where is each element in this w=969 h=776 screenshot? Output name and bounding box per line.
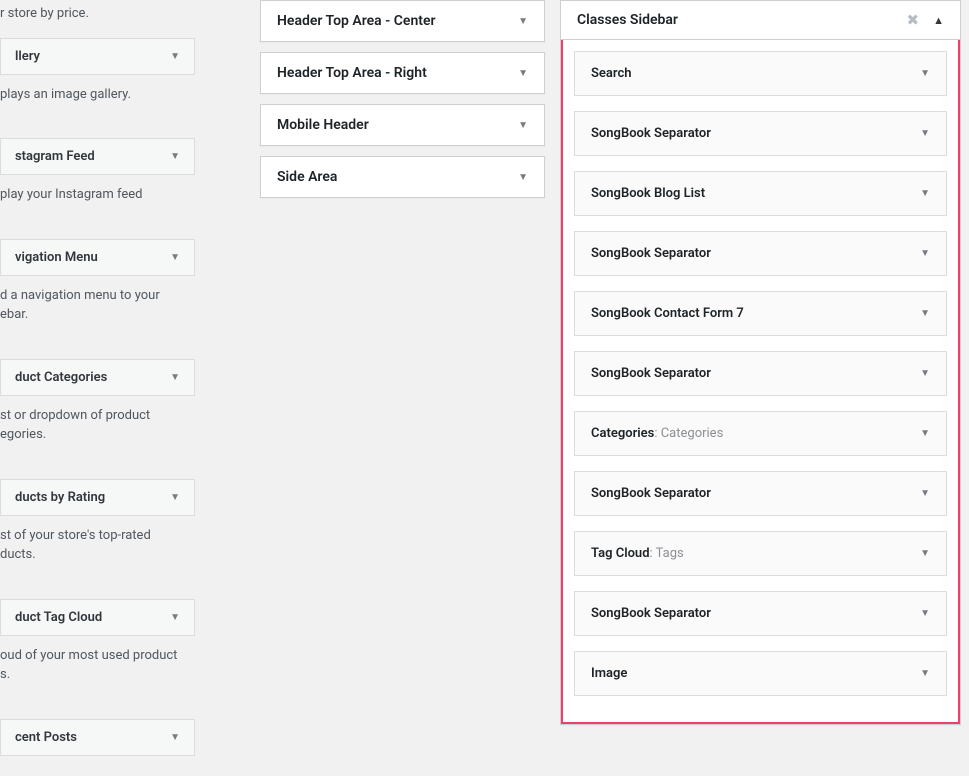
sidebar-widget-item[interactable]: Categories: Categories ▼ [574,411,947,456]
chevron-down-icon: ▼ [920,488,930,499]
widget-recent-posts-header[interactable]: cent Posts ▼ [0,719,195,756]
sidebar-widget-item[interactable]: Search ▼ [574,51,947,96]
widget-gallery-header[interactable]: llery ▼ [0,38,195,75]
widget-products-rating-header[interactable]: ducts by Rating ▼ [0,479,195,516]
sidebar-widget-title: SongBook Separator [591,486,711,501]
sidebar-widget-title: SongBook Separator [591,606,711,621]
chevron-down-icon: ▼ [920,668,930,679]
sidebar-widget-item[interactable]: Tag Cloud: Tags ▼ [574,531,947,576]
sidebar-widget-item[interactable]: SongBook Contact Form 7 ▼ [574,291,947,336]
section-title: Header Top Area - Right [277,65,427,81]
chevron-down-icon: ▼ [920,188,930,199]
chevron-down-icon: ▼ [170,492,180,503]
sidebar-widget-item[interactable]: Image ▼ [574,651,947,696]
classes-sidebar-content: Search▼SongBook Separator▼SongBook Blog … [561,40,960,724]
section-mobile-header[interactable]: Mobile Header ▼ [260,104,545,146]
chevron-down-icon: ▼ [170,151,180,162]
sidebar-widget-title: Image [591,666,627,681]
widget-products-rating-desc: st of your store's top-rated ducts. [0,516,195,579]
chevron-down-icon: ▼ [518,68,528,79]
chevron-down-icon: ▼ [170,732,180,743]
section-header-top-right[interactable]: Header Top Area - Right ▼ [260,52,545,94]
chevron-down-icon: ▼ [920,248,930,259]
widget-gallery-title: llery [15,49,40,64]
chevron-down-icon: ▼ [170,51,180,62]
sidebar-widget-title: SongBook Contact Form 7 [591,306,744,321]
sidebar-widget-title: SongBook Separator [591,126,711,141]
classes-sidebar-panel: Classes Sidebar ✖ ▲ Search▼SongBook Sepa… [560,0,961,725]
sidebar-widget-title: SongBook Separator [591,246,711,261]
chevron-up-icon[interactable]: ▲ [933,14,944,27]
chevron-down-icon: ▼ [920,368,930,379]
sidebar-widget-title: SongBook Separator [591,366,711,381]
sidebar-widget-title: Categories: Categories [591,426,723,441]
widget-gallery-desc: plays an image gallery. [0,75,195,119]
chevron-down-icon: ▼ [920,608,930,619]
widget-nav-menu-header[interactable]: vigation Menu ▼ [0,239,195,276]
chevron-down-icon: ▼ [920,308,930,319]
sidebar-widget-title: Search [591,66,632,81]
sidebar-widget-item[interactable]: SongBook Separator ▼ [574,591,947,636]
widget-desc-price-filter: r store by price. [0,0,195,38]
classes-sidebar-header[interactable]: Classes Sidebar ✖ ▲ [561,1,960,40]
sidebar-widget-item[interactable]: SongBook Separator ▼ [574,111,947,156]
chevron-down-icon: ▼ [518,16,528,27]
section-title: Mobile Header [277,117,369,133]
chevron-down-icon: ▼ [920,548,930,559]
widget-instagram-header[interactable]: stagram Feed ▼ [0,138,195,175]
close-icon[interactable]: ✖ [907,11,920,29]
chevron-down-icon: ▼ [518,172,528,183]
sidebar-widget-item[interactable]: SongBook Separator ▼ [574,231,947,276]
widget-product-tag-desc: oud of your most used product s. [0,636,195,699]
widget-products-rating-title: ducts by Rating [15,490,105,505]
chevron-down-icon: ▼ [170,372,180,383]
sidebar-widget-title: SongBook Blog List [591,186,705,201]
section-header-top-center[interactable]: Header Top Area - Center ▼ [260,0,545,42]
chevron-down-icon: ▼ [170,612,180,623]
section-title: Side Area [277,169,337,185]
chevron-down-icon: ▼ [170,252,180,263]
widget-recent-posts-title: cent Posts [15,730,77,745]
classes-sidebar-title: Classes Sidebar [577,12,678,28]
sidebar-widget-title: Tag Cloud: Tags [591,546,684,561]
widget-nav-menu-desc: d a navigation menu to your ebar. [0,276,195,339]
sidebar-widget-item[interactable]: SongBook Blog List ▼ [574,171,947,216]
sidebar-widget-suffix: : Categories [654,426,723,441]
widget-product-categories-desc: st or dropdown of product egories. [0,396,195,459]
sidebar-widget-item[interactable]: SongBook Separator ▼ [574,351,947,396]
widget-nav-menu-title: vigation Menu [15,250,98,265]
section-title: Header Top Area - Center [277,13,436,29]
widget-product-tag-header[interactable]: duct Tag Cloud ▼ [0,599,195,636]
chevron-down-icon: ▼ [518,120,528,131]
widget-instagram-title: stagram Feed [15,149,95,164]
widget-product-tag-title: duct Tag Cloud [15,610,102,625]
chevron-down-icon: ▼ [920,68,930,79]
chevron-down-icon: ▼ [920,128,930,139]
section-side-area[interactable]: Side Area ▼ [260,156,545,198]
widget-instagram-desc: play your Instagram feed [0,175,195,219]
chevron-down-icon: ▼ [920,428,930,439]
widget-product-categories-title: duct Categories [15,370,107,385]
sidebar-widget-item[interactable]: SongBook Separator ▼ [574,471,947,516]
widget-product-categories-header[interactable]: duct Categories ▼ [0,359,195,396]
sidebar-widget-suffix: : Tags [650,546,684,561]
